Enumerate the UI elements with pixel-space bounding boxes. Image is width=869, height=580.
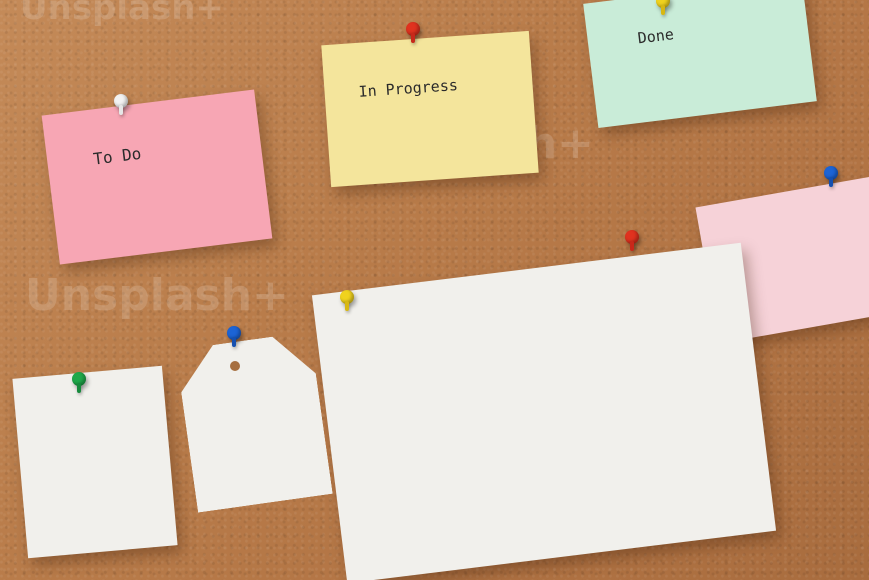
- green-pushpin-icon: [70, 372, 88, 396]
- red-pushpin-icon: [623, 230, 641, 254]
- cork-board: Unsplash+ Unsplash+ Unsplash+ Unsplash+ …: [0, 0, 869, 580]
- watermark: Unsplash+: [20, 0, 224, 28]
- done-note: Done: [583, 0, 817, 128]
- todo-note: To Do: [41, 89, 273, 265]
- yellow-pushpin-icon: [654, 0, 672, 18]
- watermark: Unsplash+: [25, 270, 289, 321]
- todo-note-label: To Do: [92, 143, 143, 169]
- blue-pushpin-icon: [822, 166, 840, 190]
- blank-large-note: [311, 242, 777, 580]
- in-progress-note: In Progress: [321, 30, 539, 188]
- red-pushpin-icon: [404, 22, 422, 46]
- blue-pushpin-icon: [225, 326, 243, 350]
- in-progress-note-label: In Progress: [358, 76, 459, 101]
- blank-small-card: [12, 365, 178, 559]
- yellow-pushpin-icon: [338, 290, 356, 314]
- white-pushpin-icon: [112, 94, 130, 118]
- tag-hole: [230, 361, 240, 371]
- done-note-label: Done: [636, 25, 675, 48]
- blank-tag-card: [175, 331, 333, 512]
